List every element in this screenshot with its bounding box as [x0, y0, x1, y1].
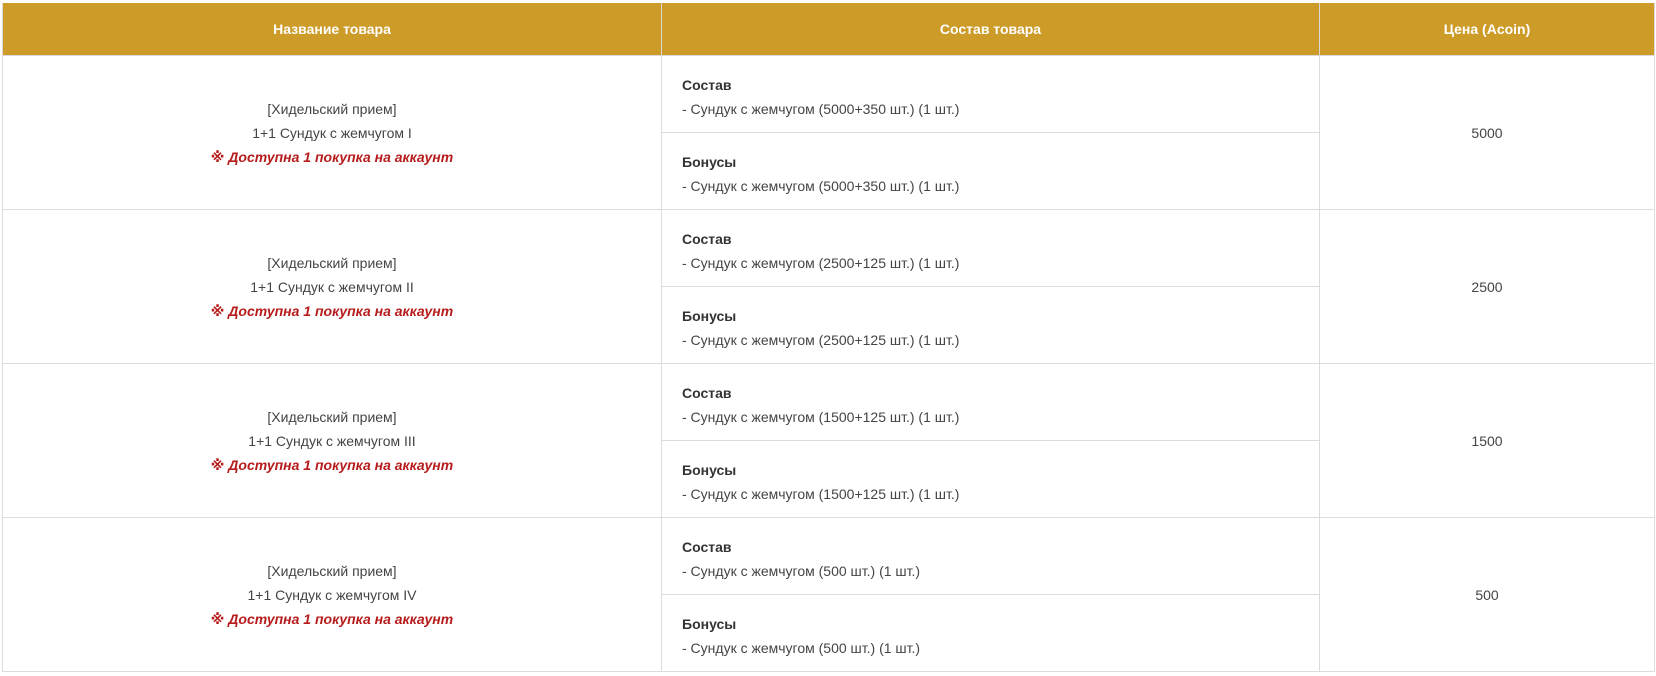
bonus-section: Бонусы - Сундук с жемчугом (1500+125 шт.… — [662, 440, 1319, 517]
price-cell: 5000 — [1319, 55, 1655, 210]
section-title: Состав — [682, 385, 732, 401]
product-table: Название товара Состав товара Цена (Acoi… — [2, 3, 1655, 672]
section-title: Бонусы — [682, 462, 737, 478]
section-item: - Сундук с жемчугом (500 шт.) (1 шт.) — [682, 563, 921, 579]
product-name-cell: [Хидельский прием] 1+1 Сундук с жемчугом… — [2, 363, 662, 518]
price-cell: 500 — [1319, 517, 1655, 672]
purchase-limit-notice: ※ Доступна 1 покупка на аккаунт — [210, 456, 454, 473]
column-header-contents: Состав товара — [661, 3, 1320, 56]
event-label: [Хидельский прием] — [267, 562, 397, 579]
section-item: - Сундук с жемчугом (500 шт.) (1 шт.) — [682, 640, 921, 656]
product-title: 1+1 Сундук с жемчугом III — [248, 432, 416, 449]
price-cell: 1500 — [1319, 363, 1655, 518]
product-contents-cell: Состав - Сундук с жемчугом (1500+125 шт.… — [661, 363, 1320, 518]
column-header-price: Цена (Acoin) — [1319, 3, 1655, 56]
section-title: Состав — [682, 77, 732, 93]
purchase-limit-notice: ※ Доступна 1 покупка на аккаунт — [210, 610, 454, 627]
section-title: Состав — [682, 231, 732, 247]
contents-section: Состав - Сундук с жемчугом (1500+125 шт.… — [662, 364, 1319, 440]
product-title: 1+1 Сундук с жемчугом I — [252, 124, 412, 141]
table-row: [Хидельский прием] 1+1 Сундук с жемчугом… — [2, 517, 1655, 672]
column-header-name: Название товара — [2, 3, 662, 56]
event-label: [Хидельский прием] — [267, 254, 397, 271]
bonus-section: Бонусы - Сундук с жемчугом (500 шт.) (1 … — [662, 594, 1319, 671]
section-title: Бонусы — [682, 616, 737, 632]
product-contents-cell: Состав - Сундук с жемчугом (5000+350 шт.… — [661, 55, 1320, 210]
product-title: 1+1 Сундук с жемчугом II — [250, 278, 414, 295]
table-header-row: Название товара Состав товара Цена (Acoi… — [2, 3, 1655, 56]
product-title: 1+1 Сундук с жемчугом IV — [247, 586, 417, 603]
event-label: [Хидельский прием] — [267, 100, 397, 117]
product-contents-cell: Состав - Сундук с жемчугом (500 шт.) (1 … — [661, 517, 1320, 672]
section-title: Бонусы — [682, 154, 737, 170]
section-item: - Сундук с жемчугом (5000+350 шт.) (1 шт… — [682, 101, 960, 117]
event-label: [Хидельский прием] — [267, 408, 397, 425]
section-item: - Сундук с жемчугом (2500+125 шт.) (1 шт… — [682, 332, 960, 348]
bonus-section: Бонусы - Сундук с жемчугом (5000+350 шт.… — [662, 132, 1319, 209]
contents-section: Состав - Сундук с жемчугом (5000+350 шт.… — [662, 56, 1319, 132]
table-row: [Хидельский прием] 1+1 Сундук с жемчугом… — [2, 209, 1655, 364]
section-item: - Сундук с жемчугом (2500+125 шт.) (1 шт… — [682, 255, 960, 271]
page: Название товара Состав товара Цена (Acoi… — [0, 0, 1656, 676]
bonus-section: Бонусы - Сундук с жемчугом (2500+125 шт.… — [662, 286, 1319, 363]
product-name-cell: [Хидельский прием] 1+1 Сундук с жемчугом… — [2, 517, 662, 672]
section-item: - Сундук с жемчугом (1500+125 шт.) (1 шт… — [682, 409, 960, 425]
purchase-limit-notice: ※ Доступна 1 покупка на аккаунт — [210, 302, 454, 319]
contents-section: Состав - Сундук с жемчугом (500 шт.) (1 … — [662, 518, 1319, 594]
section-title: Бонусы — [682, 308, 737, 324]
contents-section: Состав - Сундук с жемчугом (2500+125 шт.… — [662, 210, 1319, 286]
section-title: Состав — [682, 539, 732, 555]
purchase-limit-notice: ※ Доступна 1 покупка на аккаунт — [210, 148, 454, 165]
table-row: [Хидельский прием] 1+1 Сундук с жемчугом… — [2, 55, 1655, 210]
product-name-cell: [Хидельский прием] 1+1 Сундук с жемчугом… — [2, 55, 662, 210]
product-name-cell: [Хидельский прием] 1+1 Сундук с жемчугом… — [2, 209, 662, 364]
price-cell: 2500 — [1319, 209, 1655, 364]
table-row: [Хидельский прием] 1+1 Сундук с жемчугом… — [2, 363, 1655, 518]
section-item: - Сундук с жемчугом (5000+350 шт.) (1 шт… — [682, 178, 960, 194]
product-contents-cell: Состав - Сундук с жемчугом (2500+125 шт.… — [661, 209, 1320, 364]
section-item: - Сундук с жемчугом (1500+125 шт.) (1 шт… — [682, 486, 960, 502]
